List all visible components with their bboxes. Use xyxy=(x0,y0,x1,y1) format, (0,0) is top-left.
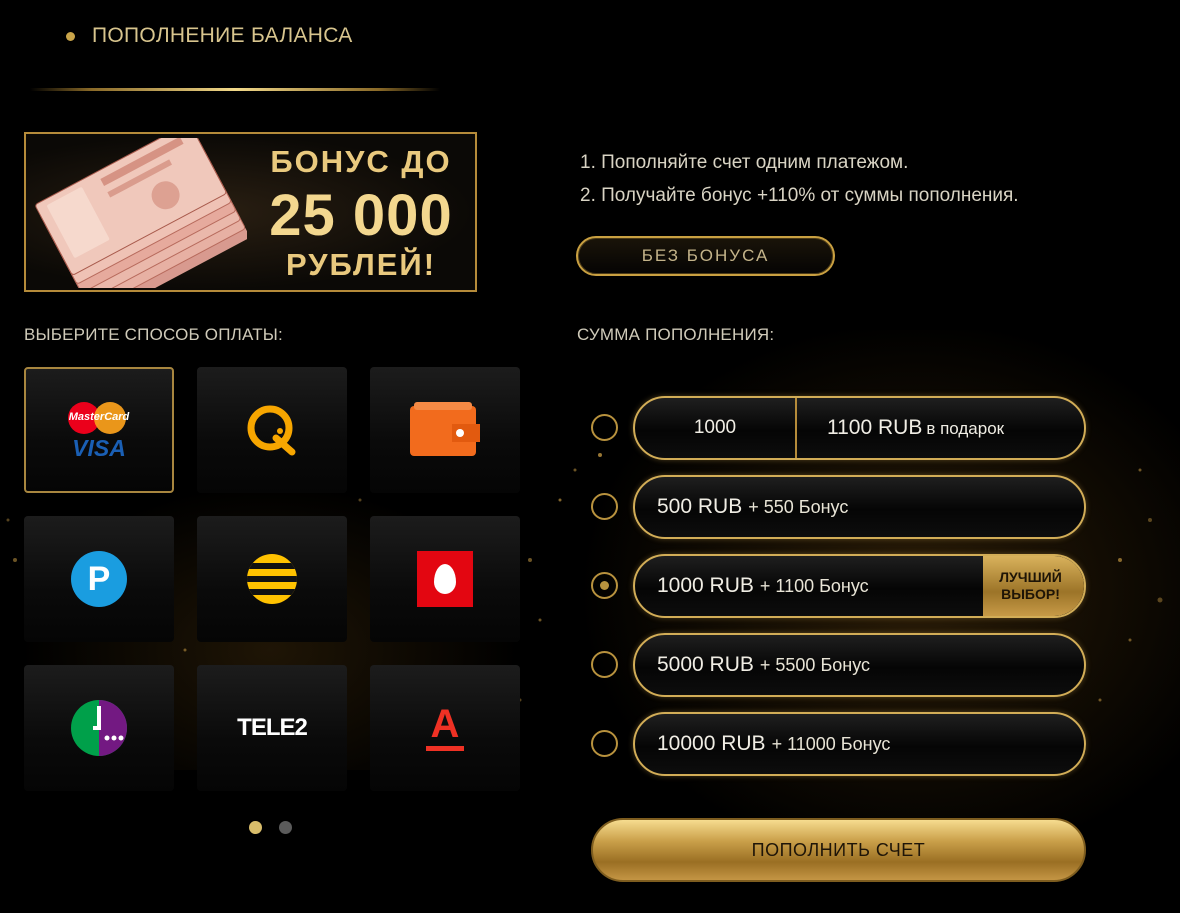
option-amount: 5000 RUB xyxy=(657,653,754,676)
amount-option-10000[interactable]: 10000 RUB + 11000 Бонус xyxy=(633,712,1086,776)
parking-p-icon: P xyxy=(71,551,127,607)
mastercard-visa-icon: MasterCard VISA xyxy=(68,402,130,461)
payment-method-alfa[interactable]: А xyxy=(370,665,520,791)
megafon-icon xyxy=(71,700,127,756)
payment-method-megafon[interactable] xyxy=(24,665,174,791)
amount-radio-custom[interactable] xyxy=(591,414,618,441)
pager-dot[interactable] xyxy=(279,821,292,834)
header-bullet-icon xyxy=(66,31,75,41)
option-amount: 1000 RUB xyxy=(657,574,754,597)
amount-option-custom: 1100 RUBв подарок xyxy=(633,396,1086,460)
alfa-bank-icon: А xyxy=(426,704,464,751)
step-1: 1. Пополняйте счет одним платежом. xyxy=(580,152,909,173)
payment-pager xyxy=(249,821,292,834)
option-amount: 10000 RUB xyxy=(657,732,766,755)
banner-amount: 25 000 xyxy=(269,183,453,248)
payment-method-mts[interactable] xyxy=(370,516,520,642)
amount-radio-5000[interactable] xyxy=(591,651,618,678)
tele2-icon: TELE2 xyxy=(237,714,308,741)
beeline-icon xyxy=(247,554,297,604)
payment-method-beeline[interactable] xyxy=(197,516,347,642)
option-bonus: + 11000 Бонус xyxy=(771,733,891,754)
amount-option-1000[interactable]: 1000 RUB + 1100 Бонус ЛУЧШИЙ ВЫБОР! xyxy=(633,554,1086,618)
option-amount: 500 RUB xyxy=(657,495,743,518)
amount-radio-500[interactable] xyxy=(591,493,618,520)
bonus-steps: 1. Пополняйте счет одним платежом. 2. По… xyxy=(580,146,1019,212)
banner-line-1: БОНУС ДО xyxy=(270,144,452,179)
payment-method-mastercard-visa[interactable]: MasterCard VISA xyxy=(24,367,174,493)
no-bonus-button[interactable]: БЕЗ БОНУСА xyxy=(576,236,835,276)
mts-egg-icon xyxy=(417,551,473,607)
amount-option-5000[interactable]: 5000 RUB + 5500 Бонус xyxy=(633,633,1086,697)
payment-method-wallet[interactable] xyxy=(370,367,520,493)
payment-method-qiwi[interactable] xyxy=(197,367,347,493)
amount-input[interactable] xyxy=(635,398,797,458)
wallet-icon xyxy=(410,402,480,456)
option-bonus: + 550 Бонус xyxy=(748,496,849,517)
amount-radio-10000[interactable] xyxy=(591,730,618,757)
top-up-button[interactable]: ПОПОЛНИТЬ СЧЕТ xyxy=(591,818,1086,882)
gift-text: 1100 RUB в подарок xyxy=(827,416,1005,439)
amount-label: СУММА ПОПОЛНЕНИЯ: xyxy=(577,325,775,344)
header-divider xyxy=(30,88,440,91)
option-bonus: + 1100 Бонус xyxy=(759,575,869,596)
qiwi-icon xyxy=(247,405,296,456)
payment-method-label: ВЫБЕРИТЕ СПОСОБ ОПЛАТЫ: xyxy=(24,325,283,344)
page-title: ПОПОЛНЕНИЕ БАЛАНСА xyxy=(92,24,353,47)
bonus-banner[interactable]: БОНУС ДО 25 000 РУБЛЕЙ! xyxy=(24,132,477,292)
banknotes-icon xyxy=(35,138,247,288)
page-header: ПОПОЛНЕНИЕ БАЛАНСА xyxy=(66,24,353,48)
option-bonus: + 5500 Бонус xyxy=(759,654,871,675)
banner-line-3: РУБЛЕЙ! xyxy=(285,247,437,282)
amount-option-500[interactable]: 500 RUB + 550 Бонус xyxy=(633,475,1086,539)
pager-dot-active[interactable] xyxy=(249,821,262,834)
payment-method-parking[interactable]: P xyxy=(24,516,174,642)
step-2: 2. Получайте бонус +110% от суммы пополн… xyxy=(580,185,1019,206)
payment-method-tele2[interactable]: TELE2 xyxy=(197,665,347,791)
best-choice-badge: ЛУЧШИЙ ВЫБОР! xyxy=(983,556,1084,616)
amount-radio-1000[interactable] xyxy=(591,572,618,599)
